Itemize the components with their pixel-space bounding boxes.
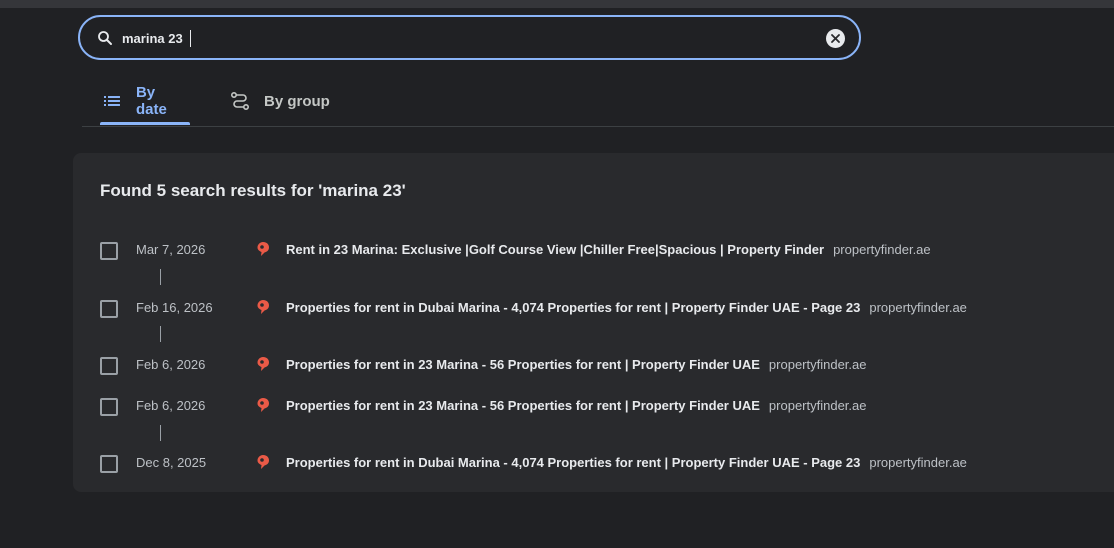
tab-by-date[interactable]: By date	[100, 78, 190, 125]
row-domain: propertyfinder.ae	[869, 300, 967, 315]
row-checkbox[interactable]	[100, 455, 118, 473]
history-row: Dec 8, 2025 Properties for rent in Dubai…	[73, 452, 1113, 476]
row-title: Properties for rent in 23 Marina - 56 Pr…	[286, 398, 760, 413]
propertyfinder-favicon	[257, 398, 269, 412]
row-link[interactable]: Properties for rent in Dubai Marina - 4,…	[286, 455, 967, 470]
tab-by-date-label: By date	[135, 84, 167, 118]
search-box[interactable]	[78, 15, 861, 60]
propertyfinder-favicon	[257, 357, 269, 371]
history-row: Feb 6, 2026 Properties for rent in 23 Ma…	[73, 395, 1113, 419]
history-row: Feb 6, 2026 Properties for rent in 23 Ma…	[73, 354, 1113, 378]
timeline-connector	[160, 269, 161, 285]
row-checkbox[interactable]	[100, 242, 118, 260]
propertyfinder-favicon	[257, 455, 269, 469]
row-checkbox[interactable]	[100, 357, 118, 375]
row-checkbox[interactable]	[100, 398, 118, 416]
timeline-connector	[160, 326, 161, 342]
results-heading: Found 5 search results for 'marina 23'	[100, 181, 406, 200]
view-tabs: By date By group	[82, 78, 1114, 127]
window-top-strip	[0, 0, 1114, 8]
history-row: Feb 16, 2026 Properties for rent in Duba…	[73, 297, 1113, 321]
row-domain: propertyfinder.ae	[768, 357, 867, 372]
row-link[interactable]: Properties for rent in Dubai Marina - 4,…	[286, 300, 967, 315]
row-date: Feb 16, 2026	[136, 300, 213, 315]
row-title: Rent in 23 Marina: Exclusive |Golf Cours…	[286, 242, 825, 257]
row-title: Properties for rent in Dubai Marina - 4,…	[286, 300, 861, 315]
row-link[interactable]: Rent in 23 Marina: Exclusive |Golf Cours…	[286, 242, 931, 257]
row-link[interactable]: Properties for rent in 23 Marina - 56 Pr…	[286, 398, 867, 413]
row-date: Feb 6, 2026	[136, 357, 206, 372]
row-title: Properties for rent in 23 Marina - 56 Pr…	[286, 357, 760, 372]
results-card: Found 5 search results for 'marina 23' M…	[73, 153, 1114, 492]
tab-by-group[interactable]: By group	[228, 78, 338, 124]
text-caret	[190, 30, 191, 47]
row-date: Dec 8, 2025	[136, 455, 207, 470]
route-icon	[230, 91, 250, 111]
tab-by-group-label: By group	[264, 92, 330, 110]
propertyfinder-favicon	[257, 300, 269, 314]
list-icon	[103, 96, 120, 106]
search-input[interactable]	[122, 26, 812, 50]
close-icon	[831, 34, 840, 43]
row-date: Feb 6, 2026	[136, 398, 206, 413]
row-domain: propertyfinder.ae	[833, 242, 931, 257]
row-date: Mar 7, 2026	[136, 242, 206, 257]
selected-tab-indicator	[100, 122, 190, 125]
row-domain: propertyfinder.ae	[768, 398, 867, 413]
row-title: Properties for rent in Dubai Marina - 4,…	[286, 455, 861, 470]
row-domain: propertyfinder.ae	[869, 455, 967, 470]
history-row: Mar 7, 2026 Rent in 23 Marina: Exclusive…	[73, 239, 1113, 263]
propertyfinder-favicon	[257, 242, 269, 256]
clear-search-button[interactable]	[826, 29, 845, 48]
search-icon	[98, 31, 112, 45]
row-checkbox[interactable]	[100, 300, 118, 318]
timeline-connector	[160, 425, 161, 441]
row-link[interactable]: Properties for rent in 23 Marina - 56 Pr…	[286, 357, 867, 372]
